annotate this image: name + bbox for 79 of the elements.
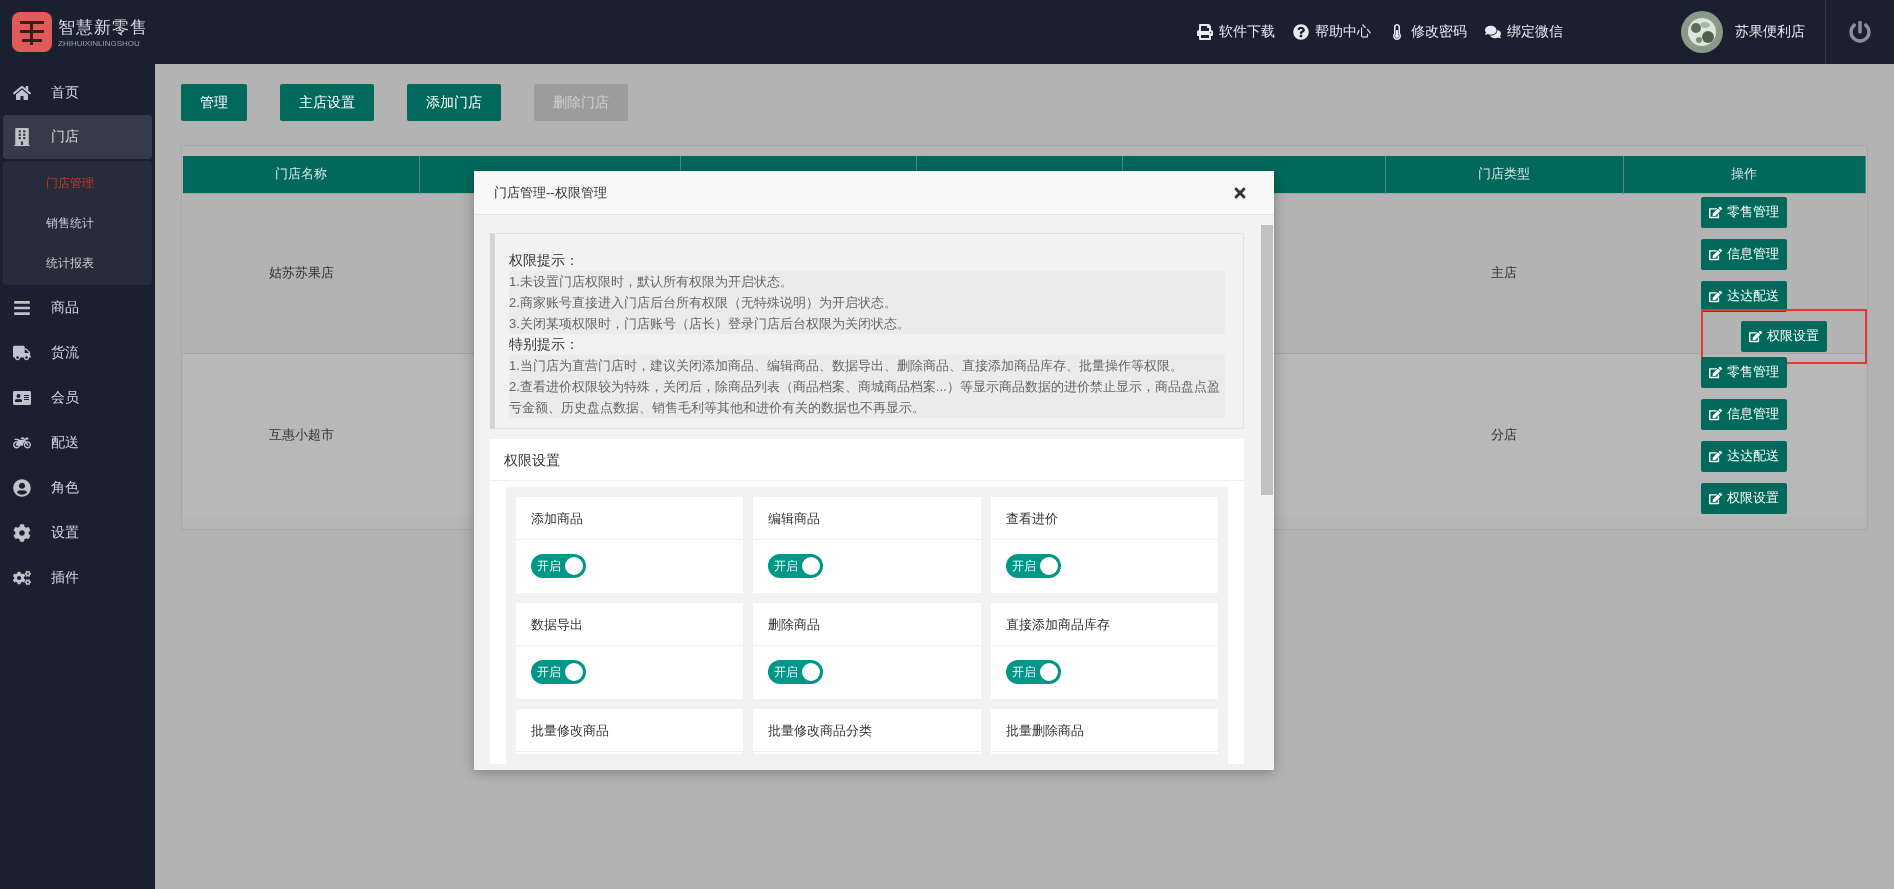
sidebar-item[interactable]: 商品	[3, 285, 152, 330]
toggle-switch[interactable]: 开启	[531, 660, 586, 684]
notice-text: 2.商家账号直接进入门店后台所有权限（无特殊说明）为开启状态。	[509, 292, 1225, 313]
settings-icon	[13, 523, 31, 542]
home-icon	[13, 83, 31, 102]
permission-label: 批量删除商品	[990, 709, 1218, 752]
toggle-switch[interactable]: 开启	[531, 554, 586, 578]
sidebar-item[interactable]: 会员	[3, 375, 152, 420]
action-button[interactable]: 零售管理	[1701, 196, 1788, 228]
header-link[interactable]: 修改密码	[1389, 23, 1467, 41]
table-cell: 主店	[1385, 193, 1624, 353]
table-cell: 姑苏苏果店	[183, 193, 420, 353]
id-card-icon	[13, 388, 31, 407]
toggle-switch[interactable]: 开启	[768, 554, 824, 578]
edit-icon	[1709, 205, 1723, 219]
column-header: 门店名称	[183, 156, 420, 193]
dialog-title: 门店管理--权限管理	[494, 183, 608, 202]
permission-label: 批量修改商品分类	[753, 709, 981, 752]
logo-icon	[12, 12, 52, 52]
sidebar-item[interactable]: 首页	[3, 70, 152, 115]
edit-icon	[1709, 247, 1723, 261]
permission-label: 编辑商品	[753, 497, 981, 540]
toggle-switch[interactable]: 开启	[1005, 554, 1061, 578]
sidebar-item[interactable]: 角色	[3, 465, 152, 510]
action-button[interactable]: 达达配送	[1701, 440, 1788, 472]
user-icon	[13, 478, 31, 497]
printer-icon	[1197, 24, 1213, 40]
logo-subtitle: ZHIHUIXINLINGSHOU	[58, 39, 141, 48]
toolbar-button[interactable]: 主店设置	[280, 84, 374, 121]
sidebar-item[interactable]: 货流	[3, 330, 152, 375]
column-header: 门店类型	[1385, 156, 1624, 193]
header-link[interactable]: 绑定微信	[1485, 23, 1563, 41]
header-link[interactable]: 软件下载	[1197, 23, 1275, 41]
logo-title: 智慧新零售	[58, 17, 148, 39]
permission-label: 数据导出	[516, 603, 744, 646]
permission-label: 添加商品	[516, 497, 744, 540]
permission-label: 删除商品	[753, 603, 981, 646]
permission-label: 批量修改商品	[516, 709, 744, 752]
sidebar-item[interactable]: 配送	[3, 420, 152, 465]
notice-text: 1.未设置门店权限时，默认所有权限为开启状态。	[509, 271, 1225, 292]
permission-label: 直接添加商品库存	[990, 603, 1218, 646]
user-name[interactable]: 苏果便利店	[1735, 23, 1805, 41]
scrollbar[interactable]	[1260, 215, 1274, 770]
permission-label: 查看进价	[990, 497, 1218, 540]
sidebar-item[interactable]: 插件	[3, 555, 152, 600]
toolbar-button[interactable]: 添加门店	[407, 84, 501, 121]
notice-heading: 特别提示：	[509, 335, 580, 354]
header-link[interactable]: 帮助中心	[1293, 23, 1371, 41]
sidebar-item[interactable]: 设置	[3, 510, 152, 555]
gears-icon	[13, 568, 31, 587]
chat-icon	[1485, 24, 1501, 40]
action-button[interactable]: 权限设置	[1701, 482, 1788, 514]
notice-text: 1.当门店为直营门店时，建议关闭添加商品、编辑商品、数据导出、删除商品、直接添加商品库存、批量操作等权限。	[509, 355, 1225, 376]
edit-icon	[1709, 365, 1723, 379]
edit-icon	[1709, 407, 1723, 421]
sidebar-subitem[interactable]: 统计报表	[3, 243, 152, 283]
action-button[interactable]: 信息管理	[1701, 238, 1788, 270]
action-button[interactable]: 信息管理	[1701, 398, 1788, 430]
sidebar-item[interactable]: 门店	[3, 115, 152, 159]
column-header: 操作	[1623, 156, 1866, 193]
notice-heading: 权限提示：	[509, 251, 580, 270]
action-button[interactable]: 达达配送	[1701, 280, 1788, 312]
toggle-switch[interactable]: 开启	[768, 660, 824, 684]
menu-icon	[13, 298, 31, 317]
action-button[interactable]: 权限设置	[1741, 320, 1828, 352]
truck-icon	[13, 343, 31, 362]
notice-text: 3.关闭某项权限时，门店账号（店长）登录门店后台权限为关闭状态。	[509, 313, 1225, 334]
settings-title: 权限设置	[490, 439, 1244, 481]
edit-icon	[1709, 289, 1723, 303]
edit-icon	[1749, 329, 1763, 343]
toolbar-button[interactable]: 管理	[181, 84, 247, 121]
notice-text: 2.查看进价权限较为特殊，关闭后，除商品列表（商品档案、商城商品档案...）等显示商品数据的进价禁止显示，商品盘点盈亏金额、历史盘点数据、销售毛利等其他和进价有关的数据也不再显示。	[509, 376, 1225, 418]
sidebar-subitem[interactable]: 销售统计	[3, 203, 152, 243]
toggle-switch[interactable]: 开启	[1005, 660, 1061, 684]
action-button[interactable]: 零售管理	[1701, 356, 1788, 388]
help-icon	[1293, 24, 1309, 40]
edit-icon	[1709, 491, 1723, 505]
building-icon	[13, 128, 31, 146]
edit-icon	[1709, 449, 1723, 463]
